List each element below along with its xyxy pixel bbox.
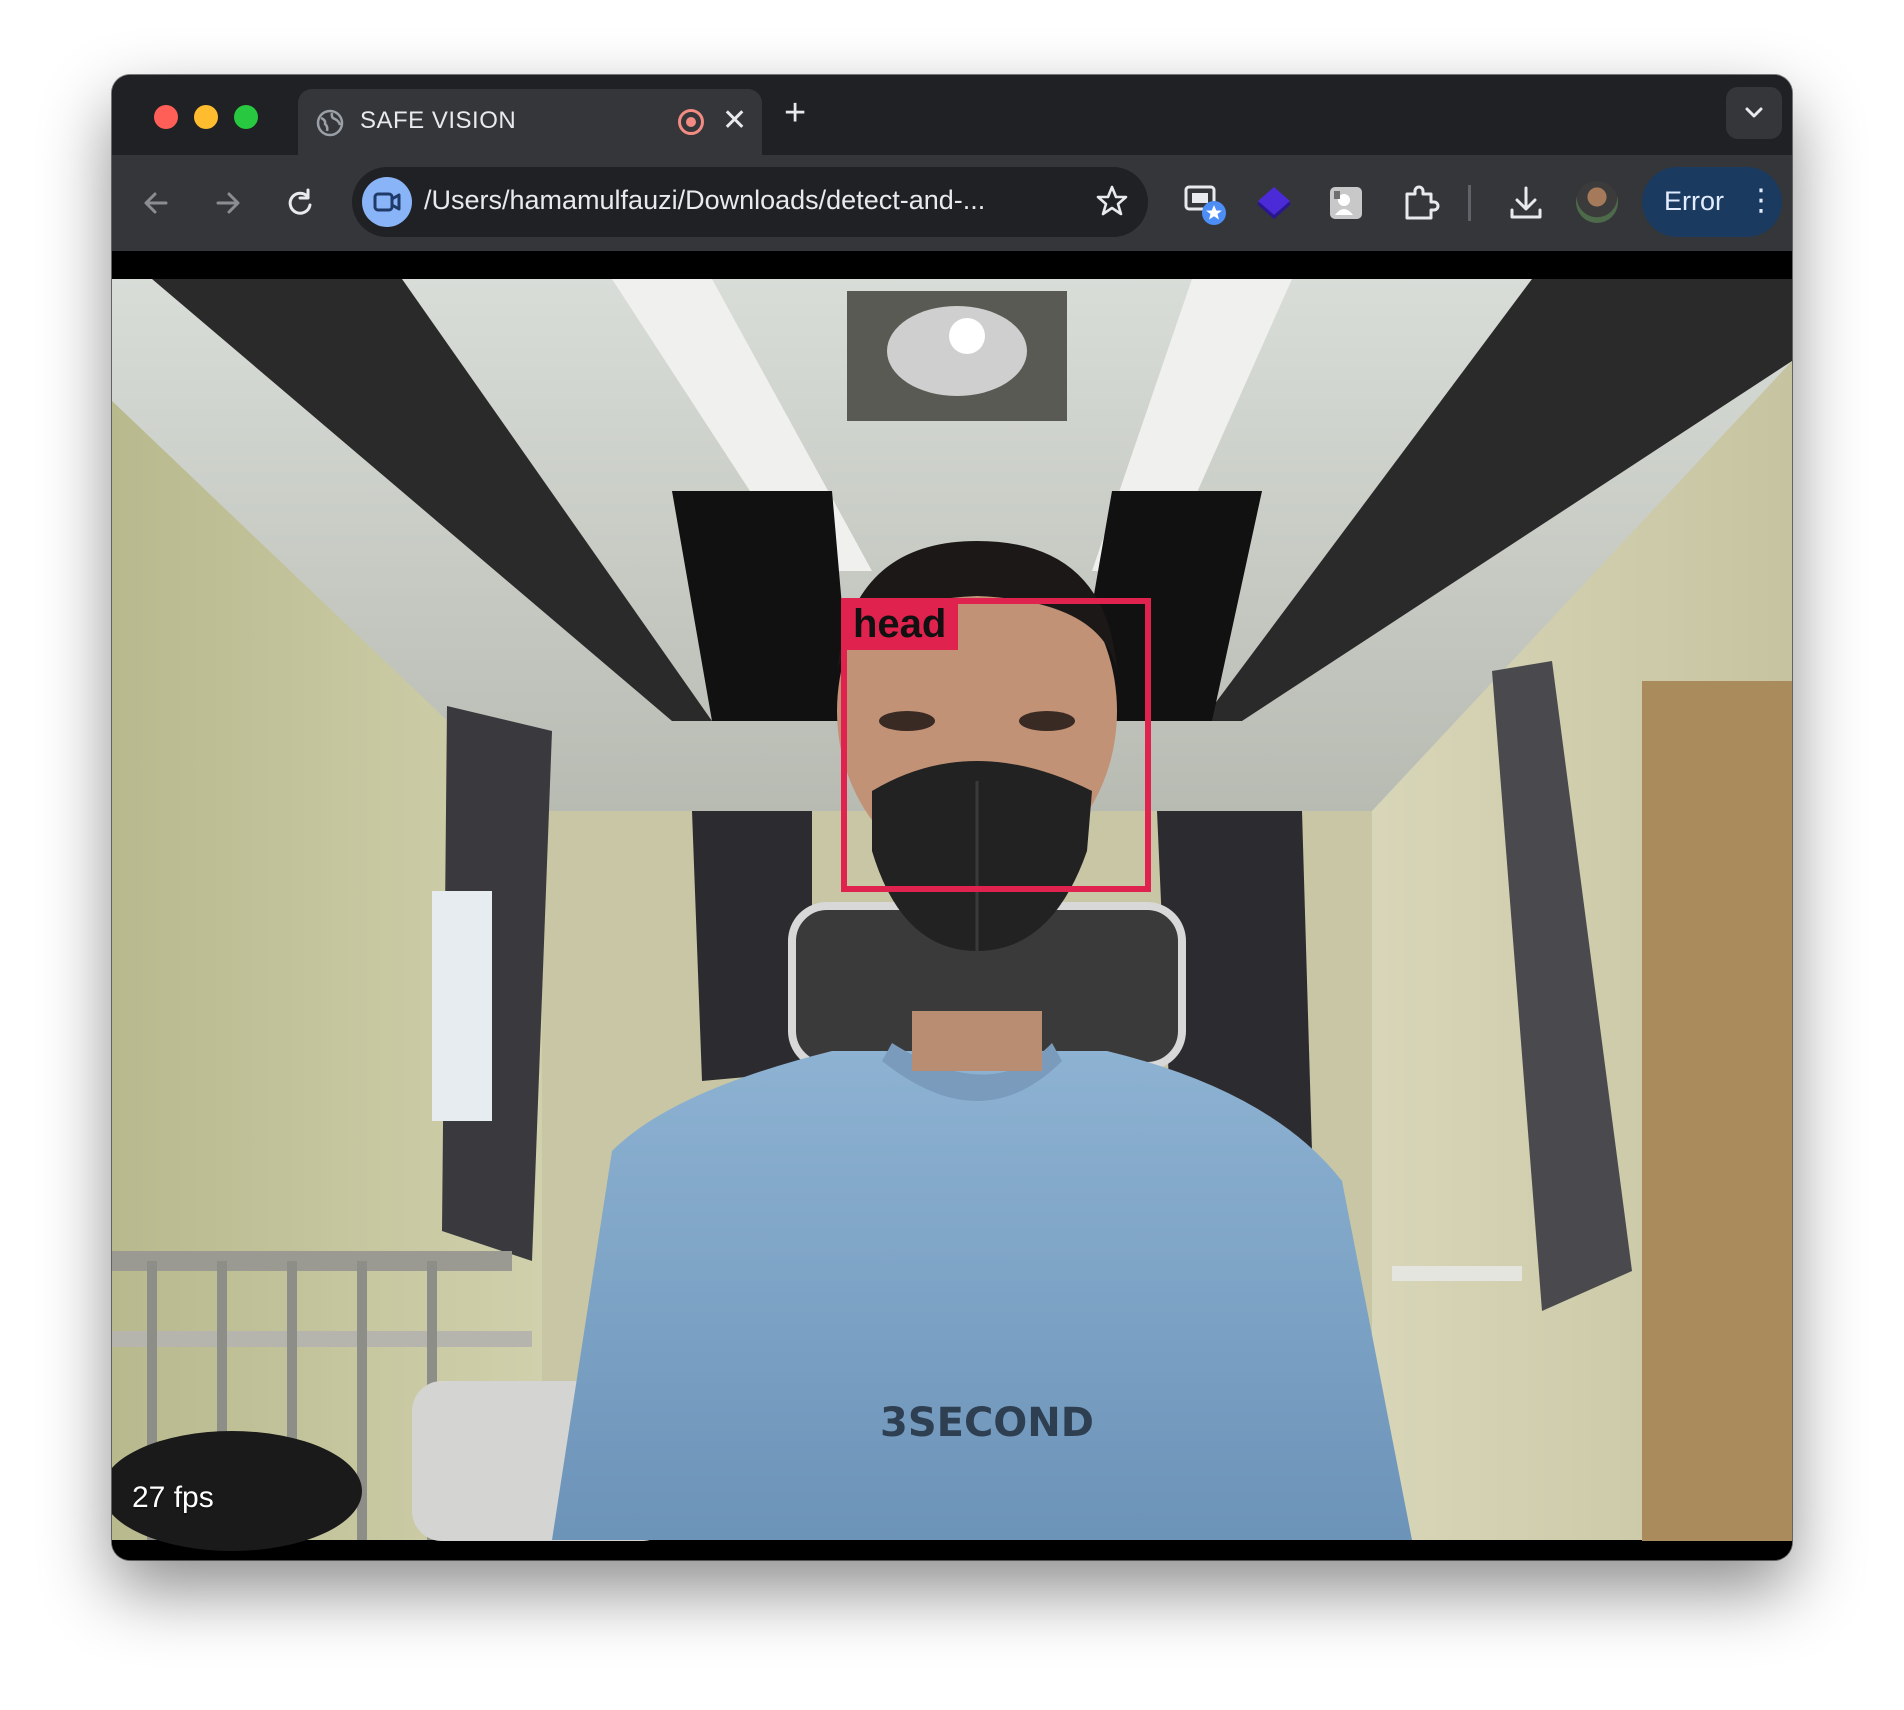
back-arrow-icon[interactable]: [136, 183, 176, 223]
layers-icon[interactable]: [1252, 181, 1296, 225]
fps-counter: 27 fps: [132, 1481, 214, 1514]
address-bar[interactable]: /Users/hamamulfauzi/Downloads/detect-and…: [352, 167, 1148, 237]
tab-safe-vision[interactable]: SAFE VISION ✕: [298, 89, 762, 155]
toolbar-divider: [1468, 185, 1471, 221]
picture-in-picture-star-icon[interactable]: [1182, 181, 1226, 225]
reload-icon[interactable]: [280, 183, 320, 223]
forward-arrow-icon[interactable]: [208, 183, 248, 223]
detection-label: head: [841, 598, 959, 650]
webcam-video-viewport: 3SECOND head 27 fps: [112, 251, 1792, 1560]
url-text[interactable]: /Users/hamamulfauzi/Downloads/detect-and…: [424, 185, 985, 216]
close-window-button[interactable]: [154, 105, 178, 129]
error-label: Error: [1664, 186, 1724, 216]
profile-error-button[interactable]: Error ⋮: [1642, 167, 1782, 237]
tab-title: SAFE VISION: [360, 107, 517, 134]
tab-strip: SAFE VISION ✕ +: [112, 75, 1792, 155]
camera-in-use-icon[interactable]: [362, 177, 412, 227]
bookmark-star-icon[interactable]: [1094, 183, 1130, 219]
portrait-icon[interactable]: [1324, 181, 1368, 225]
browser-window: SAFE VISION ✕ + /Users/hamamulfauzi/Down…: [112, 75, 1792, 1560]
puzzle-icon[interactable]: [1398, 181, 1442, 225]
globe-icon: [316, 109, 344, 137]
new-tab-button[interactable]: +: [784, 89, 806, 137]
download-icon[interactable]: [1504, 181, 1548, 225]
profile-avatar[interactable]: [1576, 181, 1618, 223]
shirt-print: 3SECOND: [880, 1400, 1094, 1446]
browser-toolbar: /Users/hamamulfauzi/Downloads/detect-and…: [112, 155, 1792, 251]
maximize-window-button[interactable]: [234, 105, 258, 129]
tab-close-button[interactable]: ✕: [722, 103, 747, 139]
minimize-window-button[interactable]: [194, 105, 218, 129]
more-menu-icon[interactable]: ⋮: [1746, 181, 1776, 221]
tab-search-button[interactable]: [1726, 87, 1782, 139]
record-icon: [678, 109, 704, 135]
webcam-frame: 3SECOND: [112, 251, 1792, 1560]
chevron-down-icon: [1745, 107, 1763, 118]
